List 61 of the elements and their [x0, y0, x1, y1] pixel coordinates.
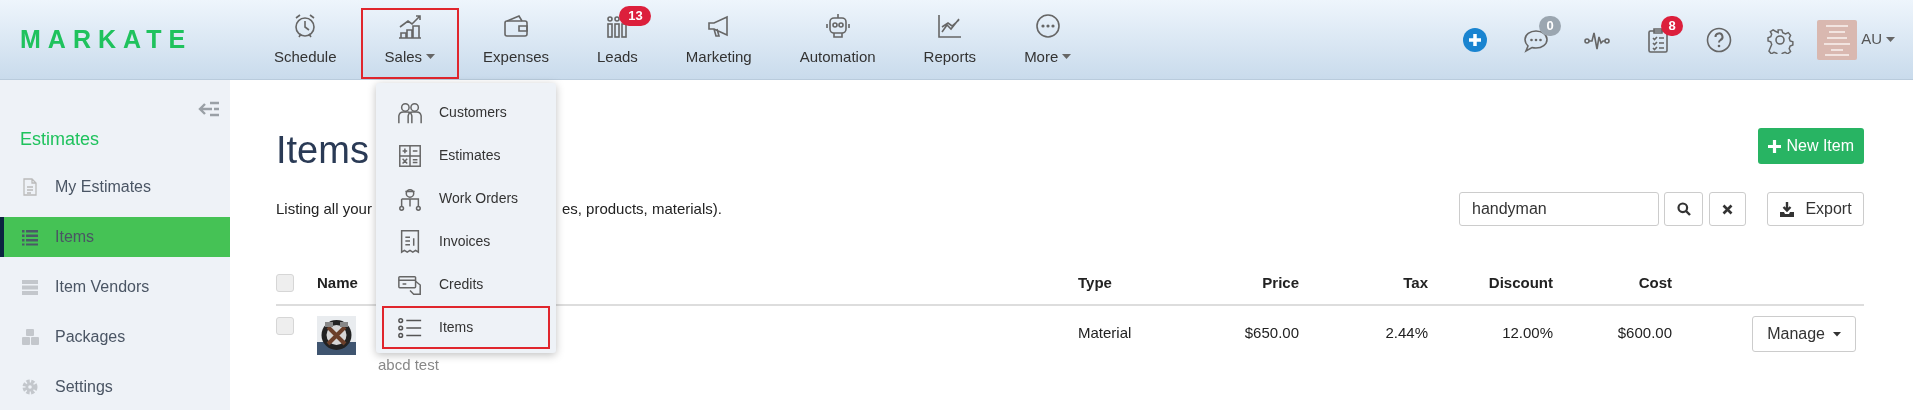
- clear-button[interactable]: [1709, 192, 1746, 226]
- column-header[interactable]: Cost: [1638, 271, 1672, 295]
- column-header[interactable]: Tax: [1403, 271, 1428, 295]
- nav-item[interactable]: Sales: [360, 8, 460, 79]
- intro-text: es, products, materials).: [561, 198, 722, 219]
- manage-button[interactable]: Manage: [1752, 316, 1856, 352]
- robot-icon: [823, 11, 852, 40]
- plus-icon: [1768, 139, 1782, 153]
- menu-item[interactable]: Invoices: [382, 220, 550, 263]
- list-icon: [21, 228, 39, 246]
- download-icon: [1779, 201, 1796, 217]
- sidebar-item[interactable]: My Estimates: [0, 167, 230, 207]
- caret-icon: [1886, 36, 1895, 43]
- sidebar-item[interactable]: Settings: [0, 367, 230, 407]
- column-header[interactable]: Discount: [1488, 271, 1553, 295]
- close-icon: [1722, 203, 1733, 215]
- checkbox[interactable]: [276, 317, 294, 335]
- column-header[interactable]: Name: [317, 271, 358, 295]
- search-field[interactable]: handyman: [1459, 192, 1659, 226]
- menu-item[interactable]: Work Orders: [382, 177, 550, 220]
- sidebar-title: Estimates: [19, 128, 101, 151]
- sidebar-item[interactable]: Item Vendors: [0, 267, 230, 307]
- cubes-icon: [21, 328, 39, 346]
- document-icon: [21, 178, 39, 196]
- nav-item[interactable]: 13 Leads: [572, 8, 662, 79]
- item-description: abcd test: [378, 355, 439, 375]
- search-button[interactable]: [1664, 192, 1703, 226]
- table-cell-text: 12.00%: [1502, 323, 1553, 343]
- nav-item[interactable]: Expenses: [459, 8, 573, 79]
- user-menu[interactable]: AU: [1861, 28, 1895, 51]
- export-button[interactable]: Export: [1767, 192, 1864, 226]
- more-icon: [1033, 11, 1062, 40]
- nav-item[interactable]: Reports: [899, 8, 1001, 79]
- gear-icon: [21, 378, 39, 396]
- count-badge: 0: [1539, 15, 1562, 36]
- nav-item[interactable]: Marketing: [661, 8, 776, 79]
- server-icon: [21, 278, 39, 296]
- menu-item[interactable]: Credits: [382, 263, 550, 306]
- nav-item[interactable]: More: [1000, 8, 1096, 79]
- checkbox[interactable]: [276, 274, 294, 292]
- search-icon: [1676, 202, 1691, 216]
- help-icon[interactable]: [1705, 25, 1734, 54]
- menu-item[interactable]: Estimates: [382, 134, 550, 177]
- column-header[interactable]: Type: [1078, 271, 1112, 295]
- table-cell-text: Material: [1078, 323, 1132, 343]
- count-badge: 8: [1661, 15, 1684, 36]
- table-cell-text: $650.00: [1244, 323, 1299, 343]
- menu-item[interactable]: Items: [382, 306, 550, 349]
- column-header[interactable]: Price: [1262, 271, 1299, 295]
- table-cell-text: $600.00: [1617, 323, 1672, 343]
- page-title: Items: [276, 128, 369, 172]
- caret-icon: [1833, 331, 1841, 337]
- table-cell-text: 2.44%: [1385, 323, 1428, 343]
- menu-item[interactable]: Customers: [382, 91, 550, 134]
- count-badge: 13: [619, 5, 652, 26]
- nav-item[interactable]: Schedule: [250, 8, 361, 79]
- nav-item[interactable]: Automation: [775, 8, 900, 79]
- intro-text: Listing all your: [276, 198, 372, 219]
- calculator-icon: [397, 142, 423, 169]
- sidebar-item[interactable]: Packages: [0, 317, 230, 357]
- add-icon[interactable]: [1461, 25, 1490, 54]
